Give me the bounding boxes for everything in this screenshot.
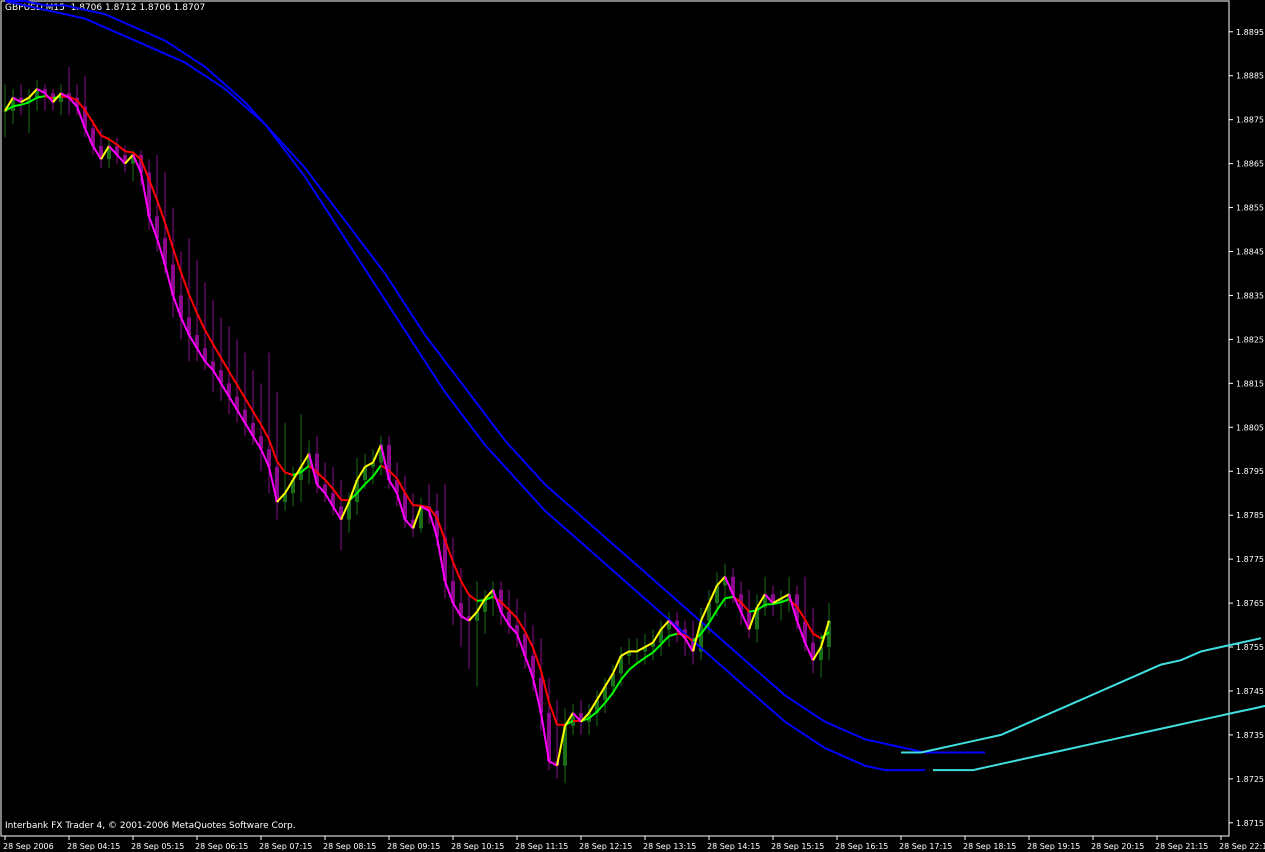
x-tick-label: 28 Sep 2006 <box>3 842 54 851</box>
fast-ma-segment <box>188 293 198 314</box>
y-tick-label: 1.8875 <box>1236 116 1264 125</box>
copyright-label: Interbank FX Trader 4, © 2001-2006 MetaQ… <box>5 821 296 831</box>
x-tick-label: 28 Sep 15:15 <box>771 842 824 851</box>
x-tick-label: 28 Sep 05:15 <box>131 842 184 851</box>
x-tick-label: 28 Sep 14:15 <box>707 842 760 851</box>
y-tick-label: 1.8785 <box>1236 511 1264 520</box>
fast-ma-segment <box>284 471 294 477</box>
fast-ma-segment <box>252 410 262 426</box>
y-tick-label: 1.8755 <box>1236 643 1264 652</box>
y-tick-label: 1.8715 <box>1236 819 1264 828</box>
y-tick-label: 1.8865 <box>1236 160 1264 169</box>
x-tick-label: 28 Sep 13:15 <box>643 842 696 851</box>
fast-ma-segment <box>452 561 462 582</box>
y-tick-label: 1.8735 <box>1236 731 1264 740</box>
x-tick-label: 28 Sep 21:15 <box>1155 842 1208 851</box>
y-tick-label: 1.8885 <box>1236 72 1264 81</box>
fast-ma-segment <box>460 580 470 596</box>
y-tick-label: 1.8825 <box>1236 335 1264 344</box>
fast-ma-segment <box>220 357 230 372</box>
fast-ma-segment <box>108 138 118 146</box>
y-tick-label: 1.8765 <box>1236 599 1264 608</box>
y-tick-label: 1.8745 <box>1236 687 1264 696</box>
fast-ma-segment <box>556 723 566 727</box>
y-tick-label: 1.8835 <box>1236 291 1264 300</box>
moving-average-line <box>933 704 1265 772</box>
x-tick-label: 28 Sep 17:15 <box>899 842 952 851</box>
x-tick-label: 28 Sep 20:15 <box>1091 842 1144 851</box>
fast-ma-segment <box>244 397 254 412</box>
y-tick-label: 1.8815 <box>1236 379 1264 388</box>
fast-ma-segment <box>668 632 678 638</box>
fast-ma-segment <box>196 312 206 331</box>
fast-ma-segment <box>812 632 822 640</box>
moving-average-line <box>4 0 985 754</box>
x-tick-label: 28 Sep 12:15 <box>579 842 632 851</box>
fast-ma-segment <box>372 464 382 478</box>
fast-ma-segment <box>644 651 654 659</box>
y-tick-label: 1.8775 <box>1236 555 1264 564</box>
fast-ma-segment <box>636 656 646 665</box>
y-tick-label: 1.8725 <box>1236 775 1264 784</box>
chart-frame <box>0 0 1230 837</box>
x-tick-label: 28 Sep 10:15 <box>451 842 504 851</box>
x-tick-label: 28 Sep 07:15 <box>259 842 312 851</box>
x-tick-label: 28 Sep 09:15 <box>387 842 440 851</box>
y-tick-label: 1.8895 <box>1236 28 1264 37</box>
x-tick-label: 28 Sep 22:15 <box>1219 842 1265 851</box>
fast-ma-segment <box>236 384 246 399</box>
fast-ma-segment <box>724 595 734 600</box>
fast-ma-segment <box>180 272 190 295</box>
fast-ma-segment <box>100 134 110 141</box>
x-tick-label: 28 Sep 08:15 <box>323 842 376 851</box>
x-tick-label: 28 Sep 19:15 <box>1027 842 1080 851</box>
y-tick-label: 1.8795 <box>1236 467 1264 476</box>
fast-ma-segment <box>340 498 350 502</box>
y-tick-label: 1.8855 <box>1236 204 1264 213</box>
x-tick-label: 28 Sep 04:15 <box>67 842 120 851</box>
x-tick-label: 28 Sep 06:15 <box>195 842 248 851</box>
x-tick-label: 28 Sep 16:15 <box>835 842 888 851</box>
x-tick-label: 28 Sep 11:15 <box>515 842 568 851</box>
fast-ma-segment <box>204 329 214 345</box>
y-tick-label: 1.8845 <box>1236 248 1264 257</box>
y-tick-label: 1.8805 <box>1236 423 1264 432</box>
fast-ma-segment <box>20 101 30 106</box>
fast-ma-segment <box>468 594 478 602</box>
fast-ma-segment <box>764 603 774 606</box>
moving-average-line <box>5 0 925 772</box>
price-chart[interactable]: 1.8895 1.8885 1.8875 1.8865 1.8855 1.8845 1.88… <box>0 0 1265 852</box>
fast-ma-segment <box>628 662 638 671</box>
moving-average-line <box>901 637 1262 754</box>
fast-ma-segment <box>228 370 238 386</box>
x-tick-label: 28 Sep 18:15 <box>963 842 1016 851</box>
fast-ma-segment <box>212 343 222 359</box>
fast-ma-segment <box>124 150 134 154</box>
